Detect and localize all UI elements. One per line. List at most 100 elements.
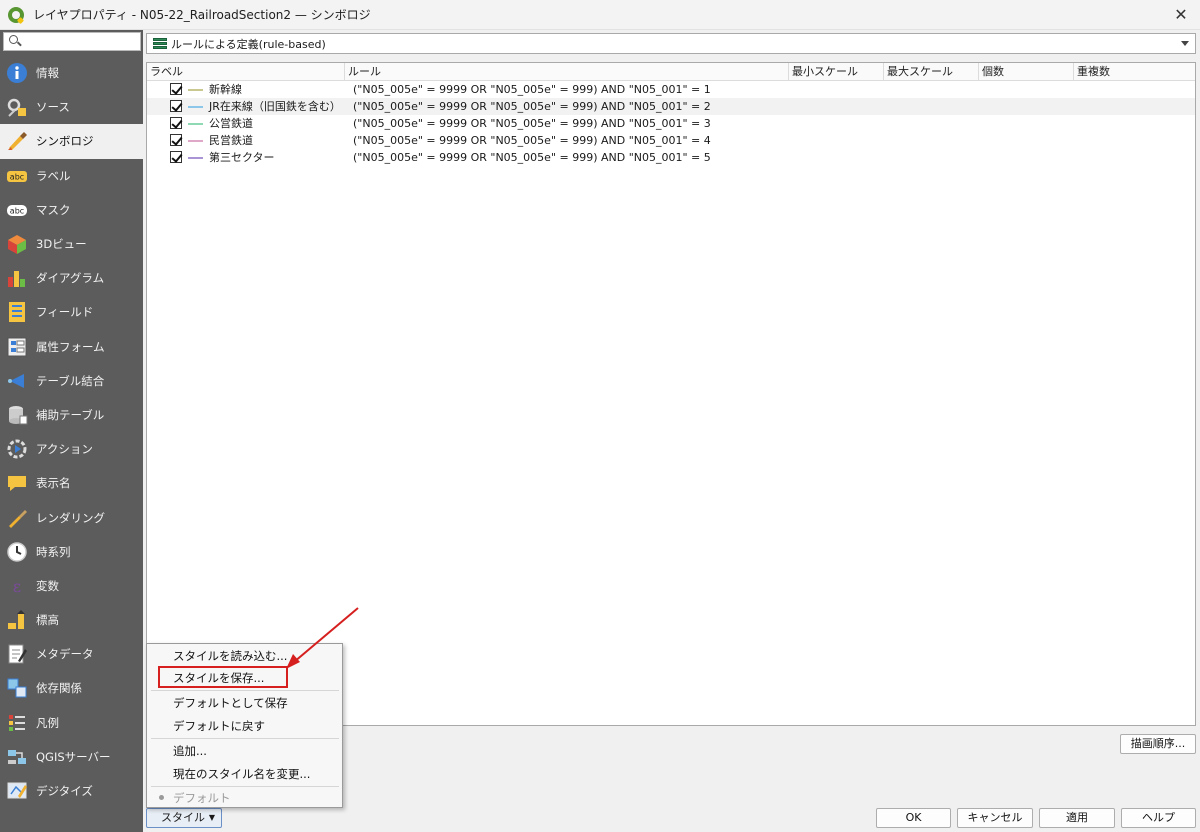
sidebar-item-elevation[interactable]: 標高: [0, 603, 143, 637]
sidebar-item-label: マスク: [36, 202, 71, 217]
mask-icon: abc: [5, 198, 29, 222]
close-button[interactable]: ✕: [1172, 6, 1190, 24]
rule-based-renderer-icon: [153, 37, 167, 50]
sidebar-item-rendering[interactable]: レンダリング: [0, 500, 143, 534]
menu-separator: [151, 786, 339, 787]
sidebar-item-source[interactable]: ソース: [0, 90, 143, 124]
table-row[interactable]: 公営鉄道 ("N05_005e" = 9999 OR "N05_005e" = …: [147, 115, 1195, 132]
sidebar-item-legend[interactable]: 凡例: [0, 706, 143, 740]
column-header-max-scale[interactable]: 最大スケール: [884, 63, 979, 81]
join-icon: [5, 369, 29, 393]
action-icon: [5, 437, 29, 461]
sidebar-item-fields[interactable]: フィールド: [0, 295, 143, 329]
table-row[interactable]: 第三セクター ("N05_005e" = 9999 OR "N05_005e" …: [147, 149, 1195, 166]
rule-label: 公営鉄道: [209, 117, 253, 130]
sidebar: 情報 ソース シンボロジ abc ラベル abc マスク 3Dビュー ダイアグラ…: [0, 30, 143, 832]
sidebar-item-label: ソース: [36, 100, 70, 115]
table-row[interactable]: JR在来線（旧国鉄を含む） ("N05_005e" = 9999 OR "N05…: [147, 98, 1195, 115]
column-header-min-scale[interactable]: 最小スケール: [789, 63, 884, 81]
sidebar-item-label: ラベル: [36, 168, 71, 183]
svg-text:abc: abc: [10, 206, 24, 215]
sidebar-item-label: 情報: [36, 66, 59, 81]
attribute-form-icon: [5, 335, 29, 359]
sidebar-item-label: 凡例: [36, 715, 59, 730]
rule-label: JR在来線（旧国鉄を含む）: [209, 100, 341, 113]
help-button[interactable]: ヘルプ: [1121, 808, 1196, 828]
menu-item-add[interactable]: 追加...: [173, 742, 207, 760]
display-icon: [5, 471, 29, 495]
renderer-selected-value: ルールによる定義(rule-based): [171, 37, 326, 51]
labels-icon: abc: [5, 164, 29, 188]
style-menu-button[interactable]: スタイル ▼: [146, 808, 222, 828]
menu-item-save-as-default[interactable]: デフォルトとして保存: [173, 694, 288, 712]
menu-item-restore-default[interactable]: デフォルトに戻す: [173, 717, 265, 735]
sidebar-item-digitizing[interactable]: デジタイズ: [0, 774, 143, 808]
rule-label: 第三セクター: [209, 151, 275, 164]
auxiliary-storage-icon: [5, 403, 29, 427]
rule-checkbox[interactable]: [170, 151, 182, 163]
column-header-rule[interactable]: ルール: [345, 63, 789, 81]
digitizing-icon: [5, 779, 29, 803]
sidebar-item-3d-view[interactable]: 3Dビュー: [0, 227, 143, 261]
rule-expression: ("N05_005e" = 9999 OR "N05_005e" = 999) …: [353, 100, 711, 113]
sidebar-item-label: 依存関係: [36, 681, 82, 696]
menu-item-rename-style[interactable]: 現在のスタイル名を変更...: [173, 765, 310, 783]
sidebar-item-join[interactable]: テーブル結合: [0, 364, 143, 398]
symbol-swatch: [188, 106, 203, 108]
sidebar-item-metadata[interactable]: メタデータ: [0, 637, 143, 671]
table-row[interactable]: 新幹線 ("N05_005e" = 9999 OR "N05_005e" = 9…: [147, 81, 1195, 98]
sidebar-item-label: 標高: [36, 613, 59, 628]
sidebar-item-mask[interactable]: abc マスク: [0, 193, 143, 227]
renderer-type-select[interactable]: ルールによる定義(rule-based): [146, 33, 1196, 54]
qgis-logo-icon: [8, 6, 24, 23]
column-header-duplicates[interactable]: 重複数: [1074, 63, 1195, 81]
sidebar-item-display[interactable]: 表示名: [0, 466, 143, 500]
current-style-bullet-icon: [159, 795, 164, 800]
sidebar-item-qgis-server[interactable]: QGISサーバー: [0, 740, 143, 774]
menu-item-load-style[interactable]: スタイルを読み込む...: [173, 647, 287, 665]
rule-label: 新幹線: [209, 83, 242, 96]
rule-checkbox[interactable]: [170, 134, 182, 146]
rules-tree[interactable]: ラベル ルール 最小スケール 最大スケール 個数 重複数 新幹線 ("N05_0…: [146, 62, 1196, 726]
menu-separator: [151, 738, 339, 739]
table-row[interactable]: 民営鉄道 ("N05_005e" = 9999 OR "N05_005e" = …: [147, 132, 1195, 149]
sidebar-item-auxiliary-storage[interactable]: 補助テーブル: [0, 398, 143, 432]
sidebar-item-labels[interactable]: abc ラベル: [0, 159, 143, 193]
rule-expression: ("N05_005e" = 9999 OR "N05_005e" = 999) …: [353, 151, 711, 164]
fields-icon: [5, 300, 29, 324]
sidebar-item-label: 属性フォーム: [36, 339, 105, 354]
sidebar-item-variables[interactable]: ε 変数: [0, 569, 143, 603]
style-button-label: スタイル: [161, 811, 205, 824]
symbol-swatch: [188, 89, 203, 91]
column-header-count[interactable]: 個数: [979, 63, 1074, 81]
rule-expression: ("N05_005e" = 9999 OR "N05_005e" = 999) …: [353, 83, 711, 96]
variables-icon: ε: [5, 574, 29, 598]
sidebar-item-label: 時系列: [36, 544, 71, 559]
rule-checkbox[interactable]: [170, 83, 182, 95]
apply-button[interactable]: 適用: [1039, 808, 1115, 828]
sidebar-item-diagram[interactable]: ダイアグラム: [0, 261, 143, 295]
cancel-button[interactable]: キャンセル: [957, 808, 1033, 828]
symbol-swatch: [188, 140, 203, 142]
sidebar-item-action[interactable]: アクション: [0, 432, 143, 466]
render-order-button[interactable]: 描画順序...: [1120, 734, 1196, 754]
search-icon: [9, 35, 18, 44]
rule-checkbox[interactable]: [170, 117, 182, 129]
sidebar-item-info[interactable]: 情報: [0, 56, 143, 90]
legend-icon: [5, 711, 29, 735]
sidebar-search-input[interactable]: [3, 32, 141, 51]
sidebar-item-temporal[interactable]: 時系列: [0, 535, 143, 569]
ok-button[interactable]: OK: [876, 808, 951, 828]
rendering-icon: [5, 506, 29, 530]
sidebar-item-label: 表示名: [36, 476, 71, 491]
sidebar-item-dependencies[interactable]: 依存関係: [0, 671, 143, 705]
rules-tree-header: ラベル ルール 最小スケール 最大スケール 個数 重複数: [147, 63, 1195, 81]
sidebar-item-symbology[interactable]: シンボロジ: [0, 124, 143, 159]
svg-text:ε: ε: [13, 577, 21, 596]
chevron-down-icon: [1181, 41, 1189, 46]
column-header-label[interactable]: ラベル: [147, 63, 345, 81]
rule-checkbox[interactable]: [170, 100, 182, 112]
sidebar-item-label: メタデータ: [36, 647, 94, 662]
sidebar-item-attribute-form[interactable]: 属性フォーム: [0, 330, 143, 364]
3d-view-icon: [5, 232, 29, 256]
